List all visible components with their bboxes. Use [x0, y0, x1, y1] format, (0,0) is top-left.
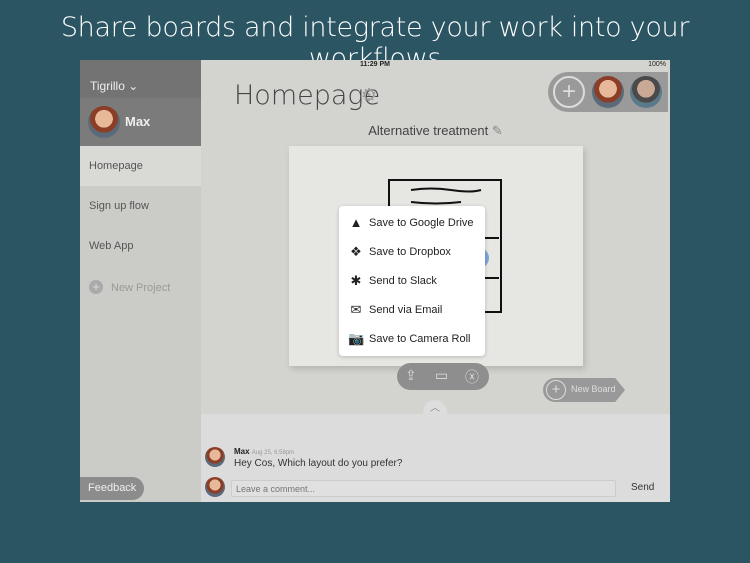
share-menu: ▲ Save to Google Drive ❖ Save to Dropbox ✱… [339, 206, 485, 356]
collaborators-bar: + [548, 72, 668, 112]
sidebar-item-web-app[interactable]: Web App [80, 226, 201, 266]
send-button[interactable]: Send [631, 482, 654, 493]
comment-input[interactable] [231, 480, 616, 497]
avatar [88, 106, 120, 138]
comments-panel: Max Aug 25, 6:58pm Hey Cos, Which layout… [201, 414, 670, 502]
main-area: Homepage ⚙ + Alternative treatment ✎ ▲ Sa… [201, 70, 670, 424]
sidebar-item-sign-up-flow[interactable]: Sign up flow [80, 186, 201, 226]
send-via-email[interactable]: ✉ Send via Email [339, 293, 485, 322]
gear-icon[interactable]: ⚙ [361, 85, 377, 106]
chevron-down-icon: ⌄ [128, 79, 139, 93]
slack-icon: ✱ [350, 273, 362, 288]
page-title: Homepage [234, 80, 381, 111]
pencil-icon[interactable]: ✎ [492, 123, 503, 138]
avatar [205, 477, 225, 497]
new-board-button[interactable]: + New Board [543, 378, 625, 402]
board-name: Alternative treatment ✎ [368, 123, 503, 138]
feedback-button[interactable]: Feedback [80, 477, 144, 500]
share-icon[interactable]: ⇪ [405, 367, 417, 384]
save-to-camera-roll[interactable]: 📷 Save to Camera Roll [339, 322, 485, 351]
avatar [205, 447, 225, 467]
sidebar-item-homepage[interactable]: Homepage [80, 146, 201, 186]
new-project-button[interactable]: + New Project [80, 266, 201, 306]
save-to-google-drive[interactable]: ▲ Save to Google Drive [339, 206, 485, 235]
avatar[interactable] [630, 76, 662, 108]
avatar[interactable] [592, 76, 624, 108]
present-icon[interactable]: ▭ [435, 367, 448, 384]
comment-meta: Max Aug 25, 6:58pm [234, 447, 295, 456]
team-selector[interactable]: Tigrillo ⌄ [80, 60, 201, 98]
send-to-slack[interactable]: ✱ Send to Slack [339, 264, 485, 293]
email-icon: ✉ [350, 302, 362, 317]
camera-icon: 📷 [348, 331, 365, 346]
close-icon[interactable]: ⓧ [465, 367, 479, 387]
user-profile[interactable]: Max [80, 98, 201, 146]
dropbox-icon: ❖ [350, 244, 362, 259]
plus-icon: + [546, 380, 566, 400]
battery: 100% [648, 61, 666, 68]
save-to-dropbox[interactable]: ❖ Save to Dropbox [339, 235, 485, 264]
ipad-screen: iPad 11:29 PM 100% Tigrillo ⌄ Max Homepa… [80, 60, 670, 502]
google-drive-icon: ▲ [349, 215, 363, 230]
comment-text: Hey Cos, Which layout do you prefer? [234, 458, 403, 469]
sidebar: Tigrillo ⌄ Max Homepage Sign up flow Web… [80, 60, 201, 502]
plus-icon: + [89, 280, 103, 294]
add-collaborator-button[interactable]: + [553, 76, 585, 108]
board-toolbar: ⇪ ▭ ⓧ [397, 363, 489, 390]
